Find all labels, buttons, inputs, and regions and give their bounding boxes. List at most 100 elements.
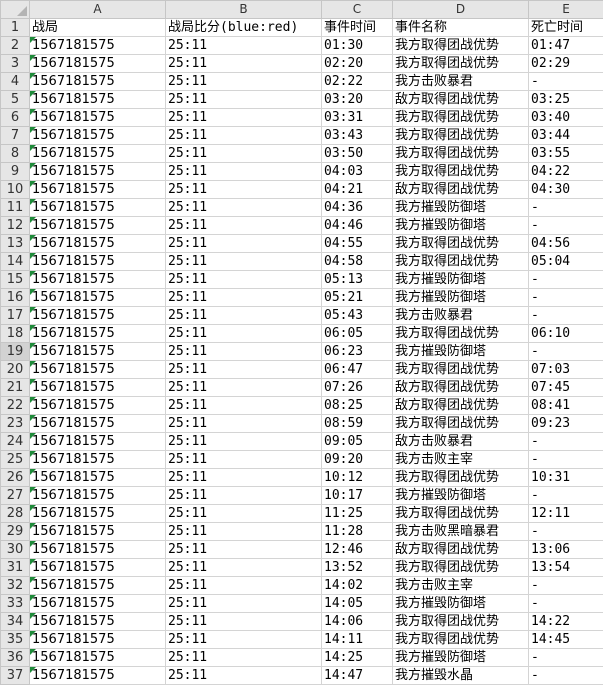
cell-e1[interactable]: 死亡时间: [528, 18, 603, 37]
row-header[interactable]: 21: [0, 378, 30, 397]
row-header[interactable]: 25: [0, 450, 30, 469]
cell-b[interactable]: 25:11: [165, 180, 322, 199]
cell-d[interactable]: 我方击败暴君: [392, 306, 529, 325]
cell-d[interactable]: 我方击败主宰: [392, 450, 529, 469]
cell-b[interactable]: 25:11: [165, 450, 322, 469]
row-header[interactable]: 36: [0, 648, 30, 667]
cell-c[interactable]: 10:17: [321, 486, 393, 505]
cell-b[interactable]: 25:11: [165, 90, 322, 109]
cell-e[interactable]: 08:41: [528, 396, 603, 415]
cell-c[interactable]: 11:25: [321, 504, 393, 523]
cell-d[interactable]: 我方取得团战优势: [392, 468, 529, 487]
cell-e[interactable]: -: [528, 432, 603, 451]
row-header[interactable]: 5: [0, 90, 30, 109]
cell-a[interactable]: 1567181575: [29, 126, 166, 145]
cell-e[interactable]: 03:44: [528, 126, 603, 145]
cell-d[interactable]: 我方取得团战优势: [392, 414, 529, 433]
row-header[interactable]: 32: [0, 576, 30, 595]
cell-e[interactable]: 02:29: [528, 54, 603, 73]
cell-c[interactable]: 05:43: [321, 306, 393, 325]
row-header[interactable]: 29: [0, 522, 30, 541]
cell-b[interactable]: 25:11: [165, 252, 322, 271]
cell-c[interactable]: 06:47: [321, 360, 393, 379]
cell-e[interactable]: 03:25: [528, 90, 603, 109]
row-header[interactable]: 30: [0, 540, 30, 559]
cell-b[interactable]: 25:11: [165, 468, 322, 487]
cell-e[interactable]: 04:22: [528, 162, 603, 181]
cell-d[interactable]: 敌方取得团战优势: [392, 378, 529, 397]
cell-a[interactable]: 1567181575: [29, 54, 166, 73]
cell-d[interactable]: 我方击败暴君: [392, 72, 529, 91]
cell-a[interactable]: 1567181575: [29, 432, 166, 451]
cell-e[interactable]: -: [528, 594, 603, 613]
cell-c[interactable]: 02:20: [321, 54, 393, 73]
cell-e[interactable]: -: [528, 342, 603, 361]
row-header[interactable]: 27: [0, 486, 30, 505]
row-header[interactable]: 16: [0, 288, 30, 307]
cell-a[interactable]: 1567181575: [29, 198, 166, 217]
cell-b[interactable]: 25:11: [165, 270, 322, 289]
cell-b[interactable]: 25:11: [165, 36, 322, 55]
cell-e[interactable]: -: [528, 198, 603, 217]
cell-c[interactable]: 07:26: [321, 378, 393, 397]
cell-c[interactable]: 04:21: [321, 180, 393, 199]
cell-e[interactable]: 01:47: [528, 36, 603, 55]
row-header[interactable]: 7: [0, 126, 30, 145]
cell-e[interactable]: 14:45: [528, 630, 603, 649]
cell-a[interactable]: 1567181575: [29, 378, 166, 397]
cell-a[interactable]: 1567181575: [29, 450, 166, 469]
cell-a[interactable]: 1567181575: [29, 558, 166, 577]
cell-b[interactable]: 25:11: [165, 378, 322, 397]
cell-d[interactable]: 敌方取得团战优势: [392, 180, 529, 199]
cell-c[interactable]: 04:46: [321, 216, 393, 235]
row-header[interactable]: 19: [0, 342, 30, 361]
row-header[interactable]: 34: [0, 612, 30, 631]
cell-b[interactable]: 25:11: [165, 558, 322, 577]
cell-b[interactable]: 25:11: [165, 108, 322, 127]
cell-b[interactable]: 25:11: [165, 198, 322, 217]
cell-d[interactable]: 敌方击败暴君: [392, 432, 529, 451]
cell-b[interactable]: 25:11: [165, 630, 322, 649]
cell-c[interactable]: 04:55: [321, 234, 393, 253]
cell-c[interactable]: 02:22: [321, 72, 393, 91]
cell-e[interactable]: 05:04: [528, 252, 603, 271]
cell-a[interactable]: 1567181575: [29, 252, 166, 271]
row-header[interactable]: 12: [0, 216, 30, 235]
cell-c[interactable]: 14:05: [321, 594, 393, 613]
cell-d[interactable]: 我方摧毁防御塔: [392, 594, 529, 613]
cell-e[interactable]: 10:31: [528, 468, 603, 487]
cell-e[interactable]: 13:06: [528, 540, 603, 559]
row-header[interactable]: 35: [0, 630, 30, 649]
cell-e[interactable]: 04:56: [528, 234, 603, 253]
row-header[interactable]: 20: [0, 360, 30, 379]
cell-c[interactable]: 03:50: [321, 144, 393, 163]
cell-a[interactable]: 1567181575: [29, 108, 166, 127]
cell-c[interactable]: 06:23: [321, 342, 393, 361]
cell-e[interactable]: 09:23: [528, 414, 603, 433]
row-header[interactable]: 26: [0, 468, 30, 487]
cell-d[interactable]: 我方取得团战优势: [392, 324, 529, 343]
cell-c[interactable]: 14:06: [321, 612, 393, 631]
cell-d[interactable]: 我方取得团战优势: [392, 612, 529, 631]
cell-b[interactable]: 25:11: [165, 144, 322, 163]
cell-b[interactable]: 25:11: [165, 126, 322, 145]
cell-d[interactable]: 我方摧毁防御塔: [392, 288, 529, 307]
cell-b[interactable]: 25:11: [165, 216, 322, 235]
cell-a[interactable]: 1567181575: [29, 540, 166, 559]
cell-b[interactable]: 25:11: [165, 342, 322, 361]
cell-c[interactable]: 04:36: [321, 198, 393, 217]
cell-a[interactable]: 1567181575: [29, 216, 166, 235]
cell-c[interactable]: 08:59: [321, 414, 393, 433]
cell-c[interactable]: 04:03: [321, 162, 393, 181]
cell-c[interactable]: 14:02: [321, 576, 393, 595]
cell-d[interactable]: 我方取得团战优势: [392, 54, 529, 73]
cell-e[interactable]: -: [528, 216, 603, 235]
cell-d[interactable]: 我方击败黑暗暴君: [392, 522, 529, 541]
row-header[interactable]: 2: [0, 36, 30, 55]
row-header[interactable]: 4: [0, 72, 30, 91]
cell-e[interactable]: 12:11: [528, 504, 603, 523]
cell-d[interactable]: 我方取得团战优势: [392, 360, 529, 379]
cell-a[interactable]: 1567181575: [29, 522, 166, 541]
row-header[interactable]: 18: [0, 324, 30, 343]
cell-b[interactable]: 25:11: [165, 288, 322, 307]
